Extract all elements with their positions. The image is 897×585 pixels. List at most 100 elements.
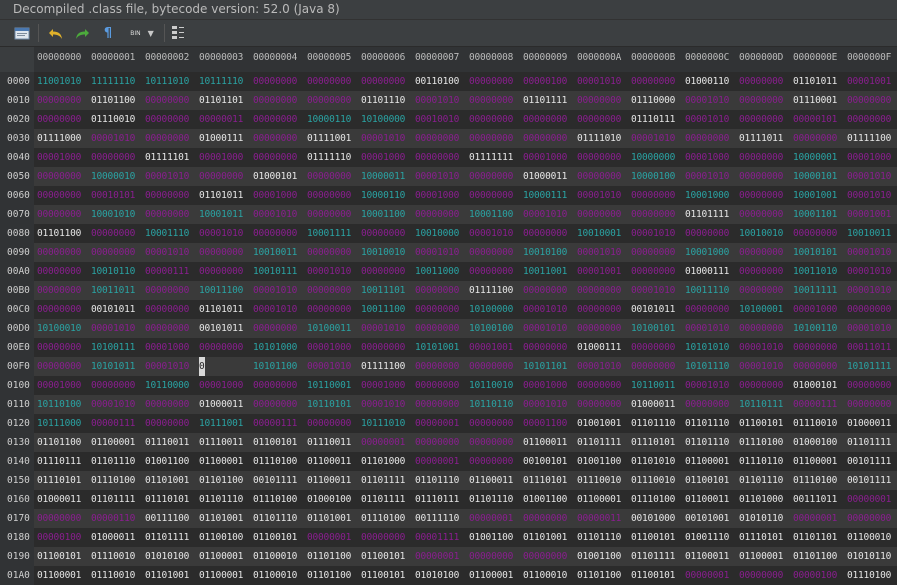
byte-cell[interactable]: 01100011 xyxy=(685,547,729,566)
byte-cell[interactable]: 01111100 xyxy=(847,129,891,148)
byte-cell[interactable]: 00001111 xyxy=(415,528,459,547)
byte-cell[interactable]: 00000100 xyxy=(793,566,837,585)
byte-cell[interactable]: 10010011 xyxy=(847,224,891,243)
byte-cell[interactable]: 00101000 xyxy=(631,509,675,528)
byte-cell[interactable]: 01110010 xyxy=(631,471,675,490)
byte-cell[interactable]: 00001010 xyxy=(631,281,675,300)
byte-cell[interactable]: 01110110 xyxy=(739,452,783,471)
byte-cell[interactable]: 10100000 xyxy=(361,110,405,129)
byte-cell[interactable]: 10001011 xyxy=(199,205,243,224)
byte-cell[interactable]: 00001010 xyxy=(199,224,243,243)
byte-cell[interactable]: 00000000 xyxy=(37,262,81,281)
byte-cell[interactable]: 01110100 xyxy=(361,509,405,528)
byte-cell[interactable]: 10000010 xyxy=(91,167,135,186)
byte-cell[interactable]: 01100101 xyxy=(37,547,81,566)
byte-cell[interactable]: 00101011 xyxy=(631,300,675,319)
byte-cell[interactable]: 01101100 xyxy=(577,566,621,585)
byte-cell[interactable]: 00101011 xyxy=(199,319,243,338)
byte-cell[interactable]: 01110111 xyxy=(37,452,81,471)
byte-cell[interactable]: 00000000 xyxy=(361,528,405,547)
byte-cell[interactable]: 01101111 xyxy=(577,433,621,452)
byte-cell[interactable]: 01100001 xyxy=(739,547,783,566)
byte-cell[interactable]: 01001100 xyxy=(577,452,621,471)
byte-cell[interactable]: 00000000 xyxy=(415,376,459,395)
byte-cell[interactable]: 00000000 xyxy=(739,148,783,167)
byte-cell[interactable]: 00000001 xyxy=(307,528,351,547)
byte-cell[interactable]: 00000000 xyxy=(307,72,351,91)
byte-cell[interactable]: 01101010 xyxy=(631,452,675,471)
byte-cell[interactable]: 00000000 xyxy=(469,243,513,262)
byte-cell[interactable]: 01101111 xyxy=(361,471,405,490)
byte-cell[interactable]: 01100001 xyxy=(577,490,621,509)
byte-cell[interactable]: 00001000 xyxy=(37,148,81,167)
byte-cell[interactable]: 00000000 xyxy=(145,319,189,338)
byte-cell[interactable]: 01100001 xyxy=(685,452,729,471)
byte-cell[interactable]: 00010010 xyxy=(415,110,459,129)
byte-cell[interactable]: 00000001 xyxy=(847,490,891,509)
byte-cell[interactable]: 01101110 xyxy=(415,471,459,490)
byte-cell[interactable]: 00110100 xyxy=(415,72,459,91)
byte-cell[interactable]: 00001010 xyxy=(847,262,891,281)
byte-cell[interactable]: 00111110 xyxy=(415,509,459,528)
byte-cell[interactable]: 00001010 xyxy=(577,243,621,262)
byte-cell[interactable]: 01111000 xyxy=(37,129,81,148)
byte-cell[interactable]: 00000000 xyxy=(91,376,135,395)
byte-cell[interactable]: 10001110 xyxy=(145,224,189,243)
byte-cell[interactable]: 00001000 xyxy=(685,148,729,167)
byte-cell[interactable]: 00101111 xyxy=(847,452,891,471)
byte-cell[interactable]: 10010011 xyxy=(253,243,297,262)
byte-cell[interactable]: 00000000 xyxy=(145,205,189,224)
byte-cell[interactable]: 00000000 xyxy=(361,262,405,281)
byte-cell[interactable]: 01101001 xyxy=(145,566,189,585)
byte-cell[interactable]: 01100011 xyxy=(469,471,513,490)
byte-cell[interactable]: 10011001 xyxy=(523,262,567,281)
byte-cell[interactable]: 00000000 xyxy=(793,129,837,148)
byte-cell[interactable]: 01100001 xyxy=(469,566,513,585)
byte-cell[interactable]: 00000000 xyxy=(37,509,81,528)
byte-cell[interactable]: 01101110 xyxy=(685,414,729,433)
byte-cell[interactable]: 01110010 xyxy=(91,566,135,585)
byte-cell[interactable]: 00000000 xyxy=(739,319,783,338)
byte-cell[interactable]: 01100011 xyxy=(307,452,351,471)
byte-cell[interactable]: 00001010 xyxy=(739,357,783,376)
byte-cell[interactable]: 01110101 xyxy=(37,471,81,490)
byte-cell[interactable]: 01000011 xyxy=(37,490,81,509)
byte-cell[interactable]: 10001100 xyxy=(469,205,513,224)
byte-cell[interactable]: 00000000 xyxy=(145,91,189,110)
byte-cell[interactable]: 00000000 xyxy=(253,148,297,167)
byte-cell[interactable]: 01101100 xyxy=(307,547,351,566)
byte-cell[interactable]: 01100010 xyxy=(253,547,297,566)
byte-cell[interactable]: 00001000 xyxy=(199,376,243,395)
byte-cell[interactable]: 01101100 xyxy=(199,471,243,490)
byte-cell[interactable]: 00000000 xyxy=(577,319,621,338)
byte-cell[interactable]: 00101111 xyxy=(847,471,891,490)
byte-cell[interactable]: 00000001 xyxy=(793,509,837,528)
byte-cell[interactable]: 10011100 xyxy=(199,281,243,300)
byte-cell[interactable]: 10011111 xyxy=(793,281,837,300)
byte-cell[interactable]: 00001001 xyxy=(847,72,891,91)
byte-cell[interactable]: 10000000 xyxy=(631,148,675,167)
byte-cell[interactable]: 01100001 xyxy=(37,566,81,585)
byte-cell[interactable]: 01100101 xyxy=(361,566,405,585)
byte-cell[interactable]: 00001010 xyxy=(685,167,729,186)
byte-cell[interactable]: 00001010 xyxy=(307,357,351,376)
byte-cell[interactable]: 00000000 xyxy=(523,129,567,148)
byte-cell[interactable]: 00001010 xyxy=(253,281,297,300)
byte-cell[interactable]: 00000011 xyxy=(577,509,621,528)
byte-cell[interactable]: 00000000 xyxy=(847,300,891,319)
byte-cell[interactable]: 00000000 xyxy=(577,376,621,395)
byte-cell[interactable]: 10011110 xyxy=(685,281,729,300)
byte-cell[interactable]: 01111101 xyxy=(145,148,189,167)
byte-cell[interactable]: 10000011 xyxy=(361,167,405,186)
redo-button[interactable] xyxy=(72,23,92,43)
byte-cell[interactable]: 00000000 xyxy=(523,338,567,357)
byte-cell[interactable]: 00000000 xyxy=(37,243,81,262)
byte-cell[interactable]: 00000000 xyxy=(199,338,243,357)
byte-cell[interactable]: 01111111 xyxy=(469,148,513,167)
structure-button[interactable] xyxy=(168,23,188,43)
byte-cell[interactable]: 10011100 xyxy=(361,300,405,319)
byte-cell[interactable]: 00001010 xyxy=(415,243,459,262)
byte-cell[interactable]: 10010000 xyxy=(415,224,459,243)
byte-cell[interactable]: 00000000 xyxy=(847,110,891,129)
byte-cell[interactable]: 11111110 xyxy=(91,72,135,91)
